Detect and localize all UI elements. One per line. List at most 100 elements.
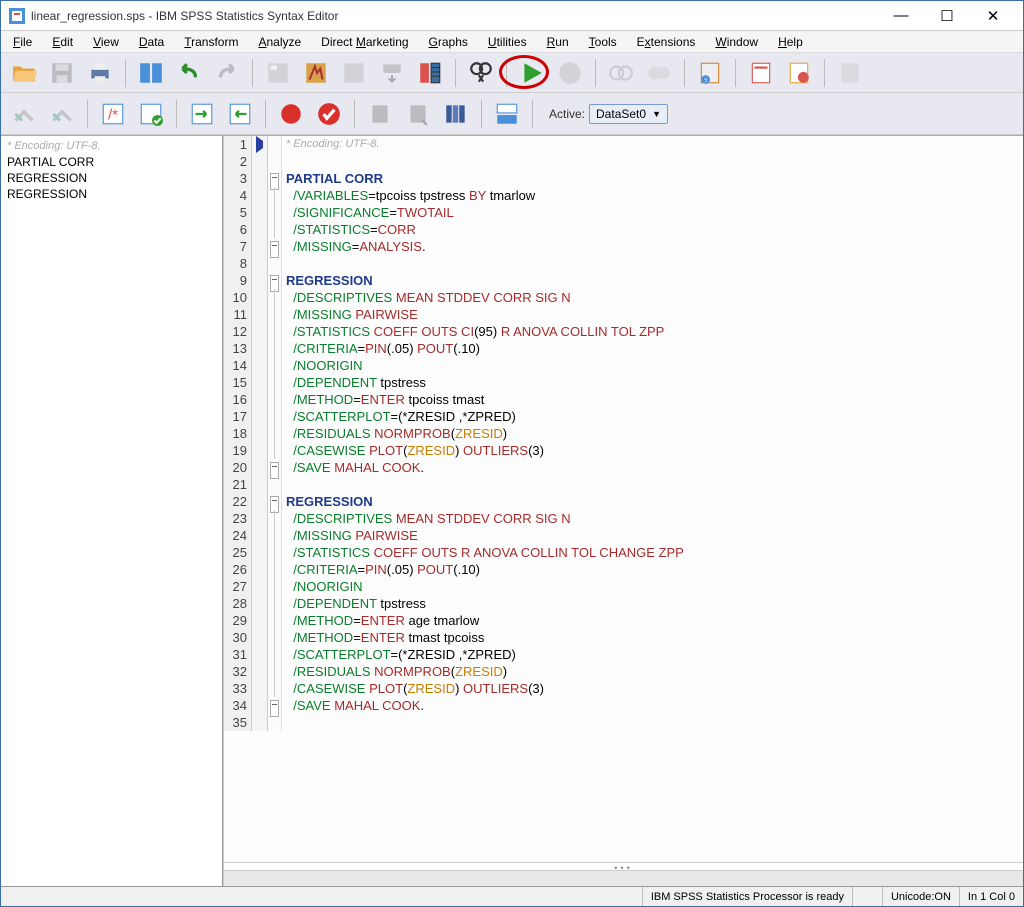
menu-tools[interactable]: Tools [581, 33, 625, 51]
menu-file[interactable]: File [5, 33, 40, 51]
window-title: linear_regression.sps - IBM SPSS Statist… [31, 9, 879, 23]
step-button[interactable] [363, 97, 397, 131]
nav-item[interactable]: REGRESSION [7, 170, 216, 186]
code-line[interactable]: PARTIAL CORR [286, 170, 1023, 187]
menu-transform[interactable]: Transform [176, 33, 246, 51]
undo-button[interactable] [172, 56, 206, 90]
new-doc-button[interactable] [833, 56, 867, 90]
code-line[interactable]: /DEPENDENT tpstress [286, 595, 1023, 612]
code-line[interactable]: /NOORIGIN [286, 357, 1023, 374]
code-line[interactable]: /STATISTICS COEFF OUTS CI(95) R ANOVA CO… [286, 323, 1023, 340]
continue-button[interactable] [401, 97, 435, 131]
code-line[interactable]: /CASEWISE PLOT(ZRESID) OUTLIERS(3) [286, 680, 1023, 697]
code-line[interactable]: /METHOD=ENTER tpcoiss tmast [286, 391, 1023, 408]
code-line[interactable] [286, 153, 1023, 170]
weight-button[interactable] [604, 56, 638, 90]
menu-run[interactable]: Run [539, 33, 577, 51]
code-line[interactable]: /SCATTERPLOT=(*ZRESID ,*ZPRED) [286, 408, 1023, 425]
comment-toggle-button[interactable]: /* [96, 97, 130, 131]
breakpoint-button[interactable] [274, 97, 308, 131]
active-label: Active: [549, 107, 585, 121]
code-line[interactable]: /DESCRIPTIVES MEAN STDDEV CORR SIG N [286, 510, 1023, 527]
outdent-button[interactable] [223, 97, 257, 131]
run-selection-button[interactable] [515, 56, 549, 90]
code-line[interactable]: /STATISTICS=CORR [286, 221, 1023, 238]
code-area[interactable]: * Encoding: UTF-8. PARTIAL CORR /VARIABLE… [282, 136, 1023, 731]
menu-window[interactable]: Window [707, 33, 766, 51]
marker-gutter[interactable] [252, 136, 268, 731]
dataset-button[interactable] [413, 56, 447, 90]
code-line[interactable]: /CASEWISE PLOT(ZRESID) OUTLIERS(3) [286, 442, 1023, 459]
code-line[interactable] [286, 476, 1023, 493]
split-editor-button[interactable] [490, 97, 524, 131]
code-line[interactable]: REGRESSION [286, 272, 1023, 289]
close-button[interactable]: ✕ [971, 2, 1015, 30]
recall-dialog-button[interactable] [134, 56, 168, 90]
code-line[interactable]: /SIGNIFICANCE=TWOTAIL [286, 204, 1023, 221]
code-line[interactable]: /RESIDUALS NORMPROB(ZRESID) [286, 663, 1023, 680]
designate-button[interactable] [744, 56, 778, 90]
menu-edit[interactable]: Edit [44, 33, 81, 51]
help-topics-button[interactable]: ? [693, 56, 727, 90]
code-line[interactable]: /SAVE MAHAL COOK. [286, 697, 1023, 714]
script-button[interactable] [782, 56, 816, 90]
code-line[interactable] [286, 255, 1023, 272]
line-number-gutter[interactable]: 1234567891011121314151617181920212223242… [224, 136, 252, 731]
indent-button[interactable] [185, 97, 219, 131]
menu-utilities[interactable]: Utilities [480, 33, 535, 51]
code-line[interactable]: /RESIDUALS NORMPROB(ZRESID) [286, 425, 1023, 442]
editor-splitter[interactable]: ••• [224, 862, 1023, 870]
code-line[interactable]: /MISSING PAIRWISE [286, 306, 1023, 323]
select-button[interactable] [642, 56, 676, 90]
menu-extensions[interactable]: Extensions [629, 33, 704, 51]
menu-graphs[interactable]: Graphs [421, 33, 476, 51]
code-line[interactable]: /STATISTICS COEFF OUTS R ANOVA COLLIN TO… [286, 544, 1023, 561]
menu-data[interactable]: Data [131, 33, 172, 51]
nav-item[interactable]: REGRESSION [7, 186, 216, 202]
code-line[interactable]: /SAVE MAHAL COOK. [286, 459, 1023, 476]
code-line[interactable]: REGRESSION [286, 493, 1023, 510]
split-above-button[interactable] [375, 56, 409, 90]
menu-view[interactable]: View [85, 33, 127, 51]
maximize-button[interactable]: ☐ [925, 2, 969, 30]
goto-case-button[interactable] [261, 56, 295, 90]
stop-button[interactable] [553, 56, 587, 90]
nav-item[interactable]: PARTIAL CORR [7, 154, 216, 170]
code-line[interactable]: * Encoding: UTF-8. [286, 136, 1023, 153]
minimize-button[interactable]: — [879, 2, 923, 30]
open-button[interactable] [7, 56, 41, 90]
find-button[interactable] [464, 56, 498, 90]
code-line[interactable]: /CRITERIA=PIN(.05) POUT(.10) [286, 561, 1023, 578]
code-line[interactable]: /MISSING=ANALYSIS. [286, 238, 1023, 255]
code-line[interactable]: /NOORIGIN [286, 578, 1023, 595]
code-line[interactable]: /VARIABLES=tpcoiss tpstress BY tmarlow [286, 187, 1023, 204]
library-button[interactable] [439, 97, 473, 131]
menu-direct-marketing[interactable]: Direct Marketing [313, 33, 416, 51]
syntax-check-button[interactable] [134, 97, 168, 131]
active-dataset-dropdown[interactable]: DataSet0 ▼ [589, 104, 668, 124]
variables-button[interactable] [299, 56, 333, 90]
validate-button[interactable] [312, 97, 346, 131]
navigation-panel[interactable]: * Encoding: UTF-8. PARTIAL CORRREGRESSIO… [1, 136, 223, 886]
statusbar: IBM SPSS Statistics Processor is ready U… [1, 886, 1023, 906]
horizontal-scrollbar[interactable] [224, 870, 1023, 886]
insert-case-button[interactable] [337, 56, 371, 90]
editor-scroll[interactable]: 1234567891011121314151617181920212223242… [224, 136, 1023, 862]
code-line[interactable] [286, 714, 1023, 731]
next-bookmark-button[interactable] [45, 97, 79, 131]
code-line[interactable]: /DESCRIPTIVES MEAN STDDEV CORR SIG N [286, 289, 1023, 306]
redo-button[interactable] [210, 56, 244, 90]
code-line[interactable]: /METHOD=ENTER age tmarlow [286, 612, 1023, 629]
menu-analyze[interactable]: Analyze [250, 33, 309, 51]
menu-help[interactable]: Help [770, 33, 811, 51]
fold-gutter[interactable] [268, 136, 282, 731]
code-line[interactable]: /MISSING PAIRWISE [286, 527, 1023, 544]
code-line[interactable]: /SCATTERPLOT=(*ZRESID ,*ZPRED) [286, 646, 1023, 663]
toggle-bookmark-button[interactable] [7, 97, 41, 131]
syntax-toolbar: /* Active: DataSet0 ▼ [1, 93, 1023, 135]
code-line[interactable]: /DEPENDENT tpstress [286, 374, 1023, 391]
save-button[interactable] [45, 56, 79, 90]
print-button[interactable] [83, 56, 117, 90]
code-line[interactable]: /CRITERIA=PIN(.05) POUT(.10) [286, 340, 1023, 357]
code-line[interactable]: /METHOD=ENTER tmast tpcoiss [286, 629, 1023, 646]
